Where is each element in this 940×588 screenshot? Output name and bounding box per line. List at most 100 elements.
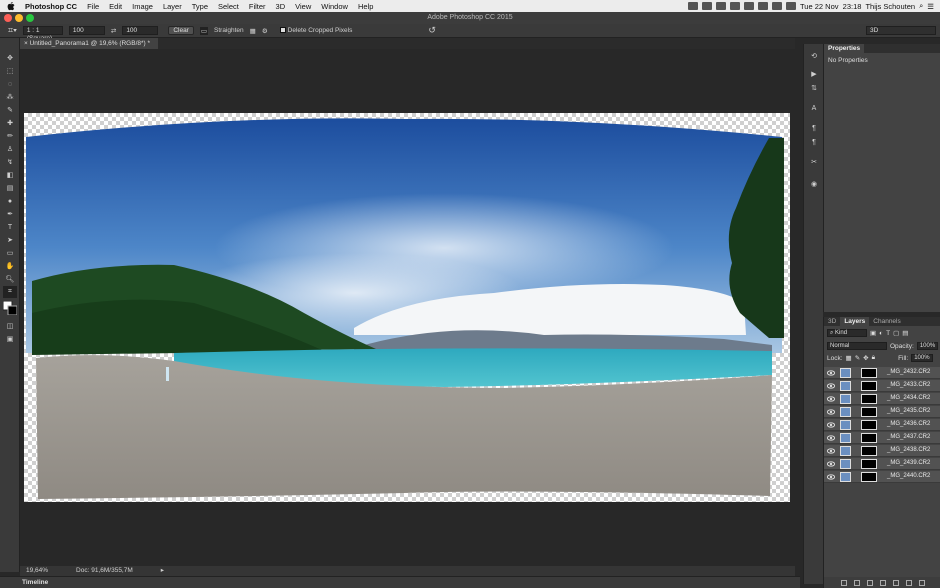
character-icon[interactable]: A: [808, 102, 820, 114]
overlay-grid-icon[interactable]: ▦: [250, 27, 256, 35]
tab-3d[interactable]: 3D: [824, 317, 840, 326]
menu-layer[interactable]: Layer: [158, 2, 187, 11]
layer-name[interactable]: _MG_2435.CR2: [887, 408, 930, 414]
status-arrow-icon[interactable]: ▸: [161, 566, 164, 576]
brush-tool-icon[interactable]: ✏: [3, 130, 17, 142]
layer-row[interactable]: _MG_2432.CR2: [824, 367, 940, 379]
zoom-window-button[interactable]: [26, 14, 34, 22]
menu-window[interactable]: Window: [316, 2, 353, 11]
crop-width-field[interactable]: 100: [68, 26, 105, 35]
filter-type-icon[interactable]: T: [886, 330, 890, 337]
straighten-icon[interactable]: ▭: [199, 26, 209, 35]
layer-mask-thumbnail[interactable]: [861, 446, 877, 456]
layer-name[interactable]: _MG_2433.CR2: [887, 382, 930, 388]
new-layer-icon[interactable]: [905, 579, 912, 586]
history-icon[interactable]: ⟲: [808, 50, 820, 62]
layer-mask-thumbnail[interactable]: [861, 394, 877, 404]
visibility-eye-icon[interactable]: [827, 421, 835, 429]
layer-row[interactable]: _MG_2437.CR2: [824, 432, 940, 444]
layer-mask-thumbnail[interactable]: [861, 433, 877, 443]
eraser-tool-icon[interactable]: ◧: [3, 169, 17, 181]
3d-icon[interactable]: ◉: [808, 178, 820, 190]
menubar-user[interactable]: Thijs Schouten: [865, 2, 915, 11]
menu-file[interactable]: File: [82, 2, 104, 11]
tab-channels[interactable]: Channels: [869, 317, 904, 326]
layer-name[interactable]: _MG_2432.CR2: [887, 369, 930, 375]
filter-shape-icon[interactable]: ▢: [893, 329, 899, 337]
move-tool-icon[interactable]: ✥: [3, 52, 17, 64]
link-layers-icon[interactable]: [840, 579, 847, 586]
crop-ratio-select[interactable]: 1 : 1 (Square): [22, 26, 63, 42]
screen-mode-icon[interactable]: ▣: [3, 333, 17, 345]
layer-name[interactable]: _MG_2434.CR2: [887, 395, 930, 401]
visibility-eye-icon[interactable]: [827, 460, 835, 468]
quick-mask-icon[interactable]: ◫: [3, 320, 17, 332]
zoom-level[interactable]: 19,64%: [26, 566, 48, 576]
menu-view[interactable]: View: [290, 2, 316, 11]
visibility-eye-icon[interactable]: [827, 473, 835, 481]
spotlight-icon[interactable]: ⌕: [919, 1, 923, 11]
lock-move-icon[interactable]: ✥: [863, 354, 868, 362]
visibility-eye-icon[interactable]: [827, 369, 835, 377]
filter-pixel-icon[interactable]: ▣: [870, 329, 876, 337]
crop-tool-icon[interactable]: ⌗: [3, 286, 17, 298]
menu-select[interactable]: Select: [213, 2, 244, 11]
healing-brush-tool-icon[interactable]: ✚: [3, 117, 17, 129]
straighten-button[interactable]: Straighten: [214, 27, 244, 34]
stamp-tool-icon[interactable]: ♙: [3, 143, 17, 155]
lock-all-icon[interactable]: 🔒︎: [872, 354, 875, 362]
paragraph-icon[interactable]: ¶: [808, 122, 820, 134]
lasso-tool-icon[interactable]: ◌: [3, 78, 17, 90]
lock-transparency-icon[interactable]: ▦: [846, 354, 852, 362]
apple-icon[interactable]: [6, 1, 16, 11]
layer-row[interactable]: _MG_2433.CR2: [824, 380, 940, 392]
layer-name[interactable]: _MG_2437.CR2: [887, 434, 930, 440]
marquee-tool-icon[interactable]: ⬚: [3, 65, 17, 77]
layer-mask-thumbnail[interactable]: [861, 459, 877, 469]
layer-name[interactable]: _MG_2436.CR2: [887, 421, 930, 427]
delete-cropped-checkbox[interactable]: Delete Cropped Pixels: [279, 27, 352, 34]
filter-smart-icon[interactable]: ▤: [902, 329, 908, 337]
visibility-eye-icon[interactable]: [827, 447, 835, 455]
settings-gear-icon[interactable]: ⚙: [262, 27, 268, 35]
color-swatches-icon[interactable]: [3, 301, 17, 315]
new-group-icon[interactable]: [892, 579, 899, 586]
layer-row[interactable]: _MG_2439.CR2: [824, 458, 940, 470]
magic-wand-tool-icon[interactable]: ⁂: [3, 91, 17, 103]
battery-icon[interactable]: [786, 2, 796, 10]
crop-height-field[interactable]: 100: [122, 26, 159, 35]
volume-icon[interactable]: [772, 2, 782, 10]
swap-icon[interactable]: ⇄: [111, 27, 116, 35]
trash-icon[interactable]: [918, 579, 925, 586]
layer-name[interactable]: _MG_2439.CR2: [887, 460, 930, 466]
hand-tool-icon[interactable]: ✋: [3, 260, 17, 272]
brush-presets-icon[interactable]: ¶: [808, 136, 820, 148]
document-tab[interactable]: × Untitled_Panorama1 @ 19,6% (RGB/8*) *: [20, 38, 159, 49]
fill-field[interactable]: 100%: [911, 354, 933, 362]
layer-mask-thumbnail[interactable]: [861, 381, 877, 391]
shape-tool-icon[interactable]: ▭: [3, 247, 17, 259]
layer-row[interactable]: _MG_2440.CR2: [824, 471, 940, 483]
menu-image[interactable]: Image: [127, 2, 158, 11]
visibility-eye-icon[interactable]: [827, 408, 835, 416]
filter-adjustment-icon[interactable]: ◐: [879, 330, 883, 337]
adjustments-icon[interactable]: ⇅: [808, 82, 820, 94]
crop-tool-icon[interactable]: ⌗▾: [8, 25, 17, 36]
menu-filter[interactable]: Filter: [244, 2, 271, 11]
visibility-eye-icon[interactable]: [827, 382, 835, 390]
layer-name[interactable]: _MG_2438.CR2: [887, 447, 930, 453]
clear-button[interactable]: Clear: [168, 26, 194, 35]
tray-icon[interactable]: [716, 2, 726, 10]
dodge-tool-icon[interactable]: ●: [3, 195, 17, 207]
workspace-select[interactable]: 3D: [866, 26, 936, 35]
tool-presets-icon[interactable]: ✂: [808, 156, 820, 168]
zoom-tool-icon[interactable]: 🔍︎: [3, 273, 17, 285]
path-selection-tool-icon[interactable]: ➤: [3, 234, 17, 246]
layer-mask-thumbnail[interactable]: [861, 420, 877, 430]
layer-name[interactable]: _MG_2440.CR2: [887, 473, 930, 479]
new-adjustment-icon[interactable]: [879, 579, 886, 586]
layer-mask-thumbnail[interactable]: [861, 407, 877, 417]
visibility-eye-icon[interactable]: [827, 395, 835, 403]
blend-mode-select[interactable]: Normal: [827, 342, 887, 350]
menu-help[interactable]: Help: [353, 2, 378, 11]
